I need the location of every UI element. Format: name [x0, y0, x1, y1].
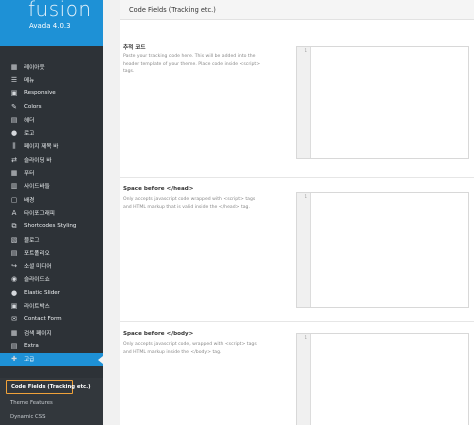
responsive-icon: ▣: [10, 89, 18, 98]
section-title: 추적 코드: [123, 45, 146, 51]
head-code-section: Space before </head> Only accepts javasc…: [120, 177, 474, 321]
sidebar-item-sidebars[interactable]: ▥ 사이드바들: [0, 180, 103, 193]
section-description: Paste your tracking code here. This will…: [123, 54, 261, 74]
panel-title-bar: Code Fields (Tracking etc.): [120, 0, 474, 20]
sidebar-item-label: 슬라이드쇼: [24, 277, 50, 284]
sidebar-item-label: 블로그: [24, 237, 40, 244]
section-title: Space before </body>: [123, 331, 194, 337]
slider-icon: ⇄: [11, 155, 17, 164]
sidebar-item-label: 헤더: [24, 117, 35, 124]
sidebar-item-label: 메뉴: [24, 77, 35, 84]
footer-icon: ▦: [10, 169, 18, 178]
sidebar-item-label: 사이드바들: [24, 184, 50, 191]
sidebar-item-label: 검색 페이지: [24, 330, 52, 337]
sidebar-item-header[interactable]: ▤ 헤더: [0, 113, 103, 126]
sidebar-item-sliding-bar[interactable]: ⇄ 슬라이딩 바: [0, 153, 103, 166]
fusion-logo: fusion: [28, 0, 92, 21]
options-panel: Code Fields (Tracking etc.) 추적 코드 Paste …: [120, 0, 474, 425]
slideshow-icon: ◉: [10, 275, 18, 284]
sidebar-item-lightbox[interactable]: ▣ 라이트박스: [0, 299, 103, 312]
submenu-item-code-fields[interactable]: Code Fields (Tracking etc.): [6, 380, 91, 394]
sidebar-item-background[interactable]: ▢ 배경: [0, 193, 103, 206]
advanced-submenu: Code Fields (Tracking etc.) Theme Featur…: [0, 378, 103, 425]
sidebar-item-label: 타이포그래피: [24, 210, 55, 217]
sidebar-item-layout[interactable]: ▦ 레이아웃: [0, 60, 103, 73]
sidebar-item-label: Responsive: [24, 90, 56, 97]
sidebar-item-colors[interactable]: ✎ Colors: [0, 100, 103, 113]
line-gutter: 1: [297, 193, 311, 307]
sidebar-item-page-title-bar[interactable]: ⫼ 페이지 제목 바: [0, 140, 103, 153]
sidebar-item-label: 배경: [24, 197, 35, 204]
admin-sidebar: fusion Avada 4.0.3 ▦ 레이아웃 ☰ 메뉴 ▣ Responsive…: [0, 0, 103, 425]
sidebar-item-label: Shortcodes Styling: [24, 223, 77, 230]
head-code-editor[interactable]: 1: [296, 192, 469, 308]
portfolio-icon: ▤: [10, 248, 18, 257]
sidebar-item-label: 소셜 미디어: [24, 264, 52, 271]
sidebar-item-label: 고급: [24, 357, 35, 364]
sidebar-item-social-media[interactable]: ↪ 소셜 미디어: [0, 259, 103, 272]
info-icon: ●: [10, 129, 18, 138]
body-code-section: Space before </body> Only accepts javasc…: [120, 321, 474, 425]
sidebar-item-label: 라이트박스: [24, 303, 50, 310]
brush-icon: ✎: [11, 102, 17, 111]
sidebar-item-label: 포트폴리오: [24, 250, 50, 257]
sidebar-icon: ▥: [10, 182, 18, 191]
typography-icon: A: [11, 208, 17, 217]
page-title: Code Fields (Tracking etc.): [129, 5, 216, 14]
line-number: 1: [304, 335, 307, 340]
line-number: 1: [304, 194, 307, 199]
search-icon: ▦: [10, 328, 18, 337]
grid-icon: ▦: [10, 62, 18, 71]
sidebar-item-typography[interactable]: A 타이포그래피: [0, 206, 103, 219]
sidebar-item-contact-form[interactable]: ✉ Contact Form: [0, 313, 103, 326]
line-gutter: 1: [297, 334, 311, 425]
sidebar-item-label: 레이아웃: [24, 64, 45, 71]
sidebar-item-label: 페이지 제목 바: [24, 144, 59, 151]
sidebar-item-label: 슬라이딩 바: [24, 157, 52, 164]
advanced-icon: ✚: [11, 355, 17, 364]
sidebar-item-advanced[interactable]: ✚ 고급: [0, 352, 103, 366]
sidebar-item-label: 로고: [24, 131, 35, 138]
share-icon: ↪: [11, 262, 17, 271]
version-label: Avada 4.0.3: [29, 22, 71, 30]
lightbox-icon: ▣: [10, 301, 18, 310]
sidebar-item-shortcodes-styling[interactable]: ⧉ Shortcodes Styling: [0, 220, 103, 233]
section-title: Space before </head>: [123, 186, 194, 192]
sidebar-item-label: 푸터: [24, 171, 35, 178]
tracking-code-editor[interactable]: 1: [296, 46, 469, 159]
sidebar-item-slideshows[interactable]: ◉ 슬라이드쇼: [0, 273, 103, 286]
line-number: 1: [304, 48, 307, 53]
section-description: Only accepts javascript code wrapped wit…: [123, 197, 256, 210]
body-code-editor[interactable]: 1: [296, 333, 469, 425]
sidebar-item-menu[interactable]: ☰ 메뉴: [0, 73, 103, 86]
header-icon: ▤: [10, 115, 18, 124]
sidebar-item-footer[interactable]: ▦ 푸터: [0, 166, 103, 179]
sidebar-item-label: Extra: [24, 342, 39, 349]
blog-icon: ▧: [10, 235, 18, 244]
section-description: Only accepts javascript code, wrapped wi…: [123, 342, 257, 355]
sliders-icon: ⫼: [12, 141, 16, 150]
shortcodes-icon: ⧉: [11, 221, 17, 230]
brand-header: fusion Avada 4.0.3: [0, 0, 103, 46]
submenu-item-dynamic-css[interactable]: Dynamic CSS: [0, 410, 103, 424]
sidebar-item-label: Colors: [24, 103, 42, 110]
sidebar-menu: ▦ 레이아웃 ☰ 메뉴 ▣ Responsive ✎ Colors ▤ 헤더 ● 로고 ⫼ 페…: [0, 60, 103, 366]
sidebar-item-search-page[interactable]: ▦ 검색 페이지: [0, 326, 103, 339]
list-icon: ☰: [10, 75, 18, 84]
sidebar-item-blog[interactable]: ▧ 블로그: [0, 233, 103, 246]
submenu-item-theme-features[interactable]: Theme Features: [0, 396, 103, 410]
sidebar-item-responsive[interactable]: ▣ Responsive: [0, 87, 103, 100]
sidebar-item-label: Elastic Slider: [24, 289, 60, 296]
sidebar-item-elastic-slider[interactable]: ● Elastic Slider: [0, 286, 103, 299]
elastic-icon: ●: [10, 288, 18, 297]
sidebar-item-label: Contact Form: [24, 316, 62, 323]
extra-icon: ▤: [10, 341, 18, 350]
sidebar-item-portfolio[interactable]: ▤ 포트폴리오: [0, 246, 103, 259]
mail-icon: ✉: [11, 315, 17, 324]
background-icon: ▢: [10, 195, 18, 204]
tracking-code-section: 추적 코드 Paste your tracking code here. Thi…: [120, 33, 474, 177]
sidebar-item-extra[interactable]: ▤ Extra: [0, 339, 103, 352]
line-gutter: 1: [297, 47, 311, 158]
sidebar-item-logo[interactable]: ● 로고: [0, 126, 103, 139]
